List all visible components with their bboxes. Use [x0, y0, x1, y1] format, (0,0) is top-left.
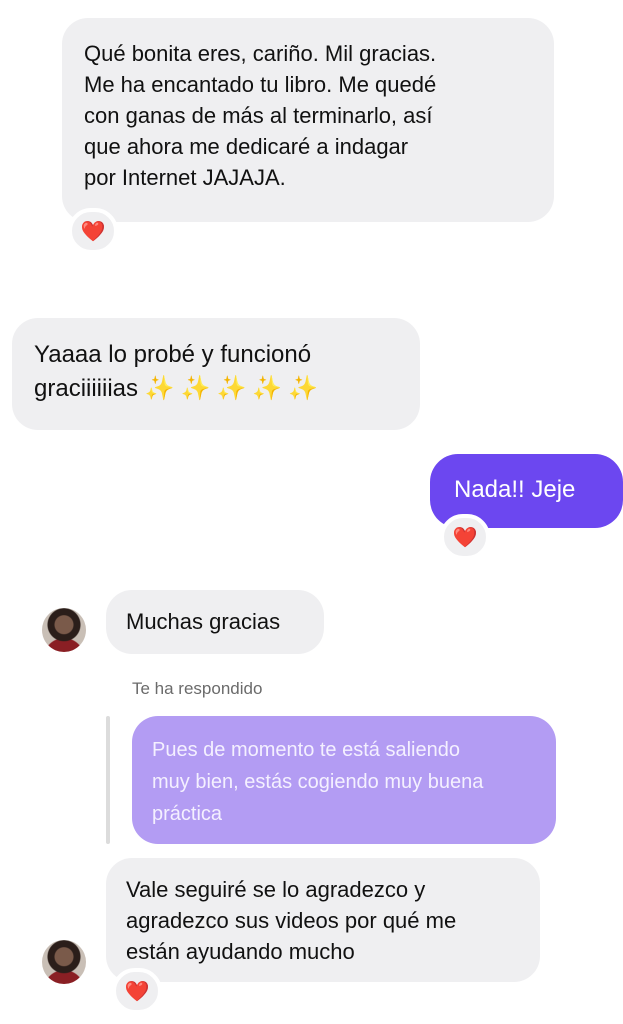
- sparkles-emoji: ✨✨✨✨✨: [144, 375, 325, 402]
- quoted-text-line: Pues de momento te está saliendo: [152, 739, 460, 761]
- message-text: Nada!! Jeje: [454, 476, 576, 503]
- message-text: graciiiiiias: [34, 375, 139, 402]
- heart-icon: ❤️: [80, 220, 106, 243]
- received-message-bubble[interactable]: Qué bonita eres, cariño. Mil gracias. Me…: [62, 18, 554, 222]
- received-message-bubble[interactable]: Yaaaa lo probé y funcionó graciiiiiias ✨…: [12, 318, 420, 430]
- message-text-line: con ganas de más al terminarlo, así: [84, 103, 433, 128]
- heart-reaction[interactable]: ❤️: [440, 514, 490, 560]
- message-text-line: por Internet JAJAJA.: [84, 165, 286, 190]
- reply-label: Te ha respondido: [132, 679, 263, 698]
- avatar[interactable]: [42, 608, 86, 652]
- heart-reaction[interactable]: ❤️: [112, 968, 162, 1014]
- quoted-reply-bubble[interactable]: Pues de momento te está saliendo muy bie…: [132, 716, 556, 844]
- received-message-bubble[interactable]: Vale seguiré se lo agradezco y agradezco…: [106, 858, 540, 982]
- reply-indicator-bar: [106, 716, 110, 844]
- message-text: Muchas gracias: [126, 609, 281, 634]
- message-text-line: que ahora me dedicaré a indagar: [84, 134, 409, 159]
- message-text-line: están ayudando mucho: [126, 939, 355, 964]
- message-text-line: Me ha encantado tu libro. Me quedé: [84, 72, 437, 97]
- message-text-line: Yaaaa lo probé y funcionó: [34, 341, 312, 368]
- quoted-text-line: muy bien, estás cogiendo muy buena: [152, 771, 484, 793]
- received-message-bubble[interactable]: Muchas gracias: [106, 590, 324, 654]
- heart-icon: ❤️: [452, 526, 478, 549]
- message-text-line: graciiiiiias ✨✨✨✨✨: [34, 372, 398, 406]
- heart-icon: ❤️: [124, 980, 150, 1003]
- avatar[interactable]: [42, 940, 86, 984]
- message-text-line: agradezco sus videos por qué me: [126, 908, 457, 933]
- quoted-text-line: práctica: [152, 803, 223, 825]
- message-text-line: Vale seguiré se lo agradezco y: [126, 877, 426, 902]
- message-text-line: Qué bonita eres, cariño. Mil gracias.: [84, 41, 437, 66]
- heart-reaction[interactable]: ❤️: [68, 208, 118, 254]
